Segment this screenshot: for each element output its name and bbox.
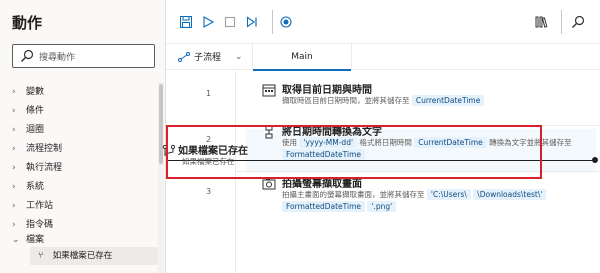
variable-chip[interactable]: CurrentDateTime (411, 95, 485, 106)
chevron-right-icon: › (12, 125, 16, 135)
calendar-icon (262, 84, 276, 97)
category-label: 變數 (26, 87, 45, 97)
chevron-right-icon: › (12, 106, 16, 116)
action-description: 擷取時區目前日期時間，並將其儲存至 CurrentDateTime (282, 95, 582, 107)
library-icon (535, 16, 548, 28)
category-label: 指令碼 (26, 220, 54, 230)
drop-indicator-dot (592, 157, 598, 163)
action-item-next[interactable] (30, 266, 158, 273)
chevron-down-icon: ⌄ (12, 235, 20, 245)
search-flow-button[interactable] (570, 14, 586, 30)
category-flow-control[interactable]: › 流程控制 (12, 139, 160, 159)
subflows-label: 子流程 (194, 53, 222, 63)
line-number: 1 (206, 89, 212, 98)
designer-toolbar (166, 0, 600, 44)
save-icon (180, 16, 192, 28)
save-button[interactable] (178, 14, 194, 30)
chevron-right-icon: › (12, 144, 16, 154)
category-run-flow[interactable]: › 執行流程 (12, 158, 160, 178)
toolbar-divider (272, 10, 273, 34)
screenshot-icon (262, 178, 276, 190)
path-chip[interactable]: '.png' (367, 201, 397, 212)
run-next-action-button[interactable] (244, 14, 260, 30)
chevron-down-icon: ⌄ (235, 51, 243, 62)
category-system[interactable]: › 系統 (12, 177, 160, 197)
description-text: 拍攝主畫面的螢幕擷取畫面，並將其儲存至 (282, 190, 425, 199)
assets-library-button[interactable] (534, 14, 550, 30)
category-conditions[interactable]: › 條件 (12, 101, 160, 121)
subflows-dropdown[interactable]: 子流程 ⌄ (178, 50, 243, 63)
chevron-right-icon: › (12, 201, 16, 211)
action-item-if-file-exists[interactable]: ⑂ 如果檔案已存在 (30, 247, 158, 265)
category-label: 迴圈 (26, 125, 45, 135)
chevron-right-icon: › (12, 163, 16, 173)
category-loops[interactable]: › 迴圈 (12, 120, 160, 140)
search-icon (572, 15, 585, 28)
actions-pane: 動作 搜尋動作 › 變數 › 條件 › 迴圈 › 流程控制 › 執行流程 › 系統 › 工作站… (0, 0, 166, 273)
flow-action-take-screenshot[interactable]: 拍攝螢幕擷取畫面 拍攝主畫面的螢幕擷取畫面，並將其儲存至 'C:\Users\ … (246, 175, 591, 225)
category-label: 工作站 (26, 201, 54, 211)
line-number: 3 (206, 187, 212, 196)
category-label: 系統 (26, 182, 45, 192)
highlight-annotation-box (166, 125, 542, 179)
chevron-right-icon: › (12, 87, 16, 97)
category-workstation[interactable]: › 工作站 (12, 196, 160, 216)
path-chip[interactable]: \Downloads\test\' (473, 189, 547, 200)
record-icon (280, 16, 292, 28)
variable-chip[interactable]: FormattedDateTime (282, 201, 366, 212)
flow-action-get-datetime[interactable]: 取得目前日期與時間 擷取時區目前日期時間，並將其儲存至 CurrentDateT… (246, 81, 591, 121)
category-label: 流程控制 (26, 144, 63, 154)
actions-pane-title: 動作 (12, 14, 43, 32)
action-title: 取得目前日期與時間 (282, 85, 372, 96)
run-next-icon (246, 16, 257, 28)
if-file-icon: ⑂ (38, 251, 44, 261)
category-label: 條件 (26, 106, 45, 116)
path-chip[interactable]: 'C:\Users\ (426, 189, 471, 200)
run-button[interactable] (200, 14, 216, 30)
category-label: 執行流程 (26, 163, 63, 173)
category-label: 檔案 (26, 235, 45, 245)
recorder-button[interactable] (278, 14, 294, 30)
search-actions-input[interactable]: 搜尋動作 (12, 44, 155, 68)
chevron-right-icon: › (12, 182, 16, 192)
toolbar-divider (561, 10, 562, 34)
stop-icon (224, 16, 236, 28)
search-placeholder: 搜尋動作 (39, 53, 76, 63)
action-item-label: 如果檔案已存在 (52, 251, 113, 261)
action-description: 拍攝主畫面的螢幕擷取畫面，並將其儲存至 'C:\Users\ \Download… (282, 189, 582, 213)
search-icon (21, 49, 34, 62)
subflow-tab-bar: 子流程 ⌄ Main (166, 44, 600, 71)
subflow-icon (178, 51, 190, 62)
run-icon (203, 16, 214, 28)
description-text: 擷取時區目前日期時間，並將其儲存至 (282, 96, 410, 105)
stop-button[interactable] (222, 14, 238, 30)
tab-main[interactable]: Main (252, 44, 352, 71)
category-variables[interactable]: › 變數 (12, 82, 160, 102)
